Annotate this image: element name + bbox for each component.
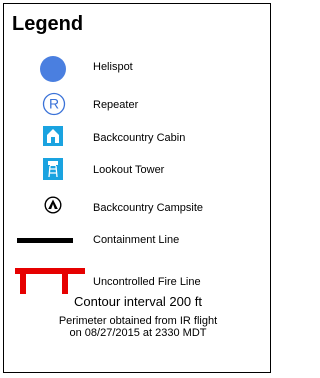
helispot-icon (40, 56, 66, 82)
backcountry-campsite-icon (44, 196, 62, 214)
perimeter-note-line-2: on 08/27/2015 at 2330 MDT (69, 327, 207, 339)
containment-line-label: Containment Line (93, 234, 180, 246)
containment-line-symbol (17, 238, 73, 243)
repeater-icon: R (42, 92, 66, 116)
lookout-tower-label: Lookout Tower (93, 164, 165, 176)
repeater-label: Repeater (93, 99, 139, 111)
backcountry-campsite-label: Backcountry Campsite (93, 202, 204, 214)
legend-panel: Legend Helispot R Repeater Backcountry C… (3, 3, 271, 373)
perimeter-note-line-1: Perimeter obtained from IR flight (58, 315, 218, 327)
helispot-label: Helispot (93, 61, 133, 73)
uncontrolled-fire-line-label: Uncontrolled Fire Line (93, 276, 201, 288)
backcountry-cabin-icon (43, 126, 63, 146)
lookout-tower-icon (43, 158, 63, 180)
backcountry-cabin-label: Backcountry Cabin (93, 132, 186, 144)
uncontrolled-fire-line-symbol (15, 268, 85, 294)
legend-title: Legend (12, 13, 84, 35)
svg-text:R: R (49, 96, 59, 112)
perimeter-note: Perimeter obtained from IR flight on 08/… (4, 315, 272, 339)
contour-interval-note: Contour interval 200 ft (74, 294, 202, 309)
